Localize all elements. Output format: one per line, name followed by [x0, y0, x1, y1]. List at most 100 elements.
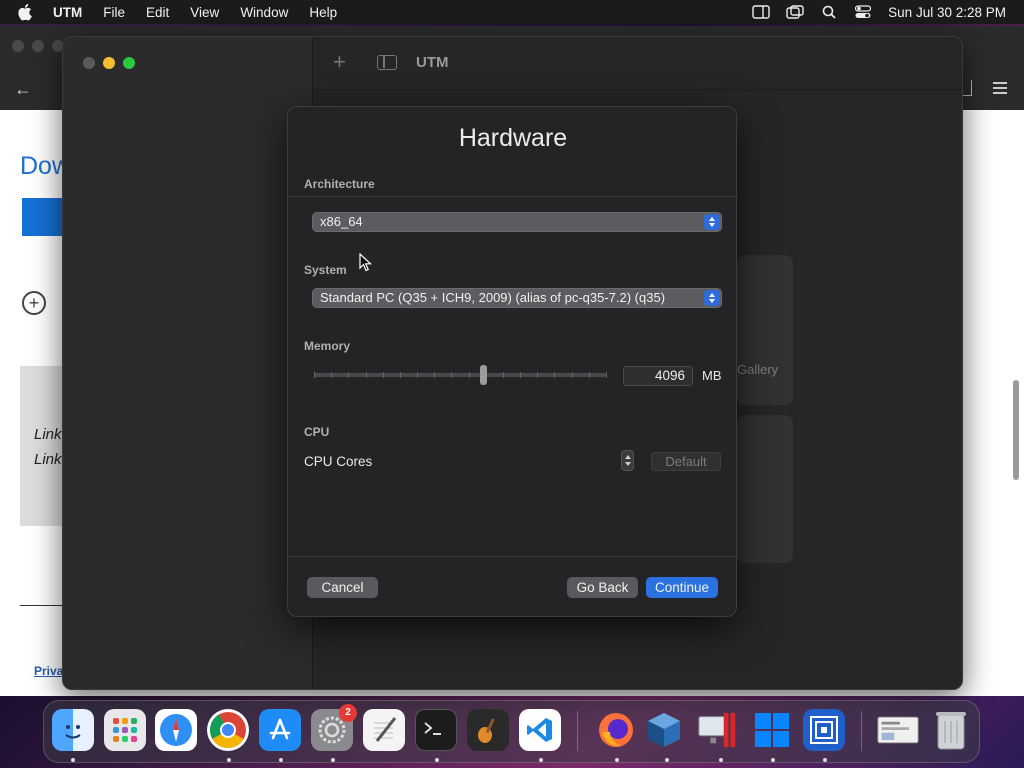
browser-minimize-button[interactable]	[32, 40, 44, 52]
memory-field[interactable]: 4096	[623, 366, 693, 386]
slider-tick	[469, 372, 470, 378]
memory-slider-track[interactable]	[314, 373, 606, 377]
notification-badge: 2	[339, 704, 357, 722]
option-card[interactable]	[737, 415, 793, 563]
cpu-cores-stepper[interactable]	[621, 450, 634, 471]
slider-tick	[400, 372, 401, 378]
system-settings-icon[interactable]: 2	[311, 704, 357, 751]
add-vm-icon[interactable]: +	[333, 51, 346, 73]
running-indicator	[71, 758, 75, 762]
parallels-icon[interactable]	[697, 709, 739, 751]
safari-icon[interactable]	[155, 709, 197, 751]
utm-zoom-button[interactable]	[123, 57, 135, 69]
slider-tick	[606, 372, 607, 378]
utm-icon[interactable]	[803, 709, 845, 751]
vm-sidebar	[63, 37, 313, 689]
textedit-icon[interactable]	[363, 709, 405, 751]
running-indicator	[279, 758, 283, 762]
utm-minimize-button[interactable]	[103, 57, 115, 69]
download-button[interactable]	[22, 198, 64, 236]
app-store-icon[interactable]	[259, 709, 301, 751]
menu-file[interactable]: File	[103, 5, 125, 20]
screen-mirror-icon[interactable]	[786, 5, 804, 19]
slider-tick	[451, 372, 452, 378]
slider-tick	[554, 372, 555, 378]
control-center-icon[interactable]	[854, 5, 872, 19]
utm-close-button[interactable]	[83, 57, 95, 69]
slider-tick	[520, 372, 521, 378]
running-indicator	[615, 758, 619, 762]
slider-tick	[348, 372, 349, 378]
system-popup[interactable]: Standard PC (Q35 + ICH9, 2009) (alias of…	[312, 288, 722, 308]
sidebar-icon[interactable]	[752, 5, 770, 19]
content-box	[20, 366, 64, 526]
slider-tick	[331, 372, 332, 378]
link-text[interactable]: Link	[34, 451, 62, 468]
continue-button[interactable]: Continue	[646, 577, 718, 598]
launchpad-icon[interactable]	[104, 709, 146, 751]
menu-window[interactable]: Window	[240, 5, 288, 20]
running-indicator	[435, 758, 439, 762]
cpu-label: CPU	[304, 425, 330, 439]
menu-help[interactable]: Help	[309, 5, 337, 20]
cpu-cores-field[interactable]: Default	[651, 452, 721, 471]
menu-view[interactable]: View	[190, 5, 219, 20]
menubar-clock[interactable]: Sun Jul 30 2:28 PM	[888, 5, 1006, 20]
slider-tick	[383, 372, 384, 378]
cpu-cores-label: CPU Cores	[304, 454, 373, 469]
trash-icon[interactable]	[930, 709, 972, 751]
slider-tick	[572, 372, 573, 378]
menu-app-name[interactable]: UTM	[53, 5, 82, 20]
virtualbox-icon[interactable]	[643, 709, 685, 751]
apple-menu-icon[interactable]	[17, 0, 37, 24]
running-indicator	[227, 758, 231, 762]
vscode-icon[interactable]	[519, 709, 561, 751]
dock-divider	[577, 711, 578, 751]
terminal-icon[interactable]	[415, 709, 457, 751]
menu-bar: UTM File Edit View Window Help Sun Jul 3…	[0, 0, 1024, 24]
firefox-icon[interactable]	[595, 709, 637, 751]
toggle-sidebar-icon[interactable]	[377, 55, 397, 70]
finder-icon[interactable]	[52, 709, 94, 751]
running-indicator	[539, 758, 543, 762]
garageband-icon[interactable]	[467, 709, 509, 751]
link-text[interactable]: Link	[34, 426, 62, 443]
windows-icon[interactable]	[751, 709, 793, 751]
preview-icon[interactable]	[877, 709, 919, 751]
go-back-button[interactable]: Go Back	[567, 577, 638, 598]
slider-tick	[417, 372, 418, 378]
slider-tick	[589, 372, 590, 378]
system-value: Standard PC (Q35 + ICH9, 2009) (alias of…	[320, 290, 666, 305]
running-indicator	[771, 758, 775, 762]
slider-tick	[503, 372, 504, 378]
utm-window-title: UTM	[416, 54, 449, 71]
browser-close-button[interactable]	[12, 40, 24, 52]
dock-divider	[861, 711, 862, 751]
system-label: System	[304, 263, 347, 277]
running-indicator	[823, 758, 827, 762]
back-arrow-icon[interactable]: ←	[14, 80, 34, 98]
menu-edit[interactable]: Edit	[146, 5, 169, 20]
slider-tick	[537, 372, 538, 378]
memory-unit: MB	[702, 368, 722, 383]
memory-slider-knob[interactable]	[480, 365, 487, 385]
hamburger-menu-icon[interactable]	[993, 82, 1007, 94]
running-indicator	[665, 758, 669, 762]
slider-tick	[366, 372, 367, 378]
toolbar-divider	[313, 89, 962, 90]
add-circle-icon[interactable]: +	[22, 291, 46, 315]
chrome-icon[interactable]	[207, 709, 249, 751]
gallery-card[interactable]	[737, 255, 793, 405]
scrollbar[interactable]	[1013, 380, 1019, 480]
slider-tick	[434, 372, 435, 378]
divider	[20, 605, 64, 606]
chevron-up-down-icon	[704, 290, 720, 306]
running-indicator	[331, 758, 335, 762]
chevron-up-down-icon	[704, 214, 720, 230]
search-icon[interactable]	[820, 5, 838, 19]
hardware-sheet: Hardware Architecture x86_64 System Stan…	[287, 106, 738, 617]
slider-tick	[314, 372, 315, 378]
architecture-popup[interactable]: x86_64	[312, 212, 722, 232]
privacy-link[interactable]: Priva	[34, 664, 63, 678]
cancel-button[interactable]: Cancel	[307, 577, 378, 598]
